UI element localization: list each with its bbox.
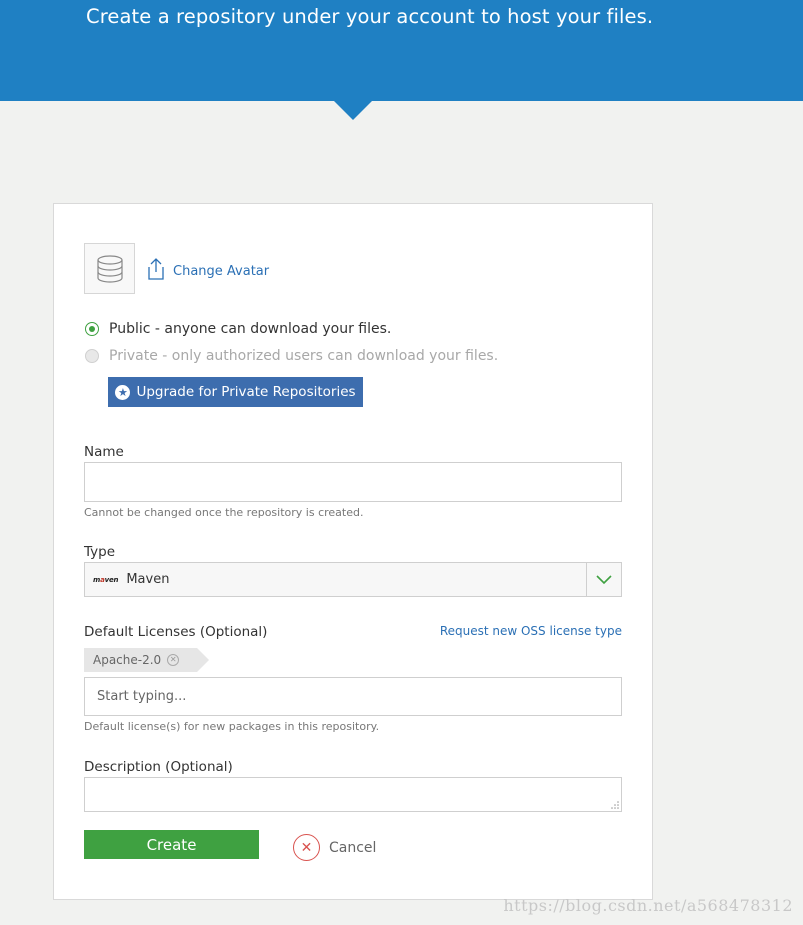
public-radio[interactable] [85, 322, 99, 336]
star-circle-icon: ★ [115, 384, 131, 400]
visibility-public-option[interactable]: Public - anyone can download your files. [85, 321, 391, 337]
visibility-private-option: Private - only authorized users can down… [85, 348, 498, 364]
type-label: Type [84, 544, 116, 560]
banner-pointer [334, 101, 372, 120]
name-help-text: Cannot be changed once the repository is… [84, 506, 364, 519]
license-tag-label: Apache-2.0 [93, 653, 162, 667]
name-label: Name [84, 444, 124, 460]
type-select[interactable]: maven Maven [84, 562, 622, 597]
license-tag: Apache-2.0 ✕ [84, 648, 210, 672]
cancel-button[interactable]: ✕ Cancel [293, 834, 376, 861]
licenses-label: Default Licenses (Optional) [84, 624, 268, 640]
create-button[interactable]: Create [84, 830, 259, 859]
create-repository-form: Change Avatar Public - anyone can downlo… [53, 203, 653, 900]
cancel-label: Cancel [329, 839, 377, 856]
chevron-down-icon [596, 574, 612, 584]
change-avatar-label[interactable]: Change Avatar [173, 264, 269, 280]
public-radio-label: Public - anyone can download your files. [109, 321, 392, 337]
license-search-placeholder: Start typing... [97, 689, 187, 704]
upgrade-button-label: Upgrade for Private Repositories [136, 384, 356, 400]
description-textarea[interactable] [84, 777, 622, 812]
avatar-preview [84, 243, 135, 294]
description-label: Description (Optional) [84, 759, 233, 775]
private-radio-label: Private - only authorized users can down… [109, 348, 499, 364]
upload-icon [148, 258, 164, 280]
type-select-toggle[interactable] [586, 563, 621, 596]
remove-tag-icon[interactable]: ✕ [167, 654, 180, 666]
license-search-input[interactable]: Start typing... [84, 677, 622, 716]
watermark: https://blog.csdn.net/a568478312 [503, 896, 793, 915]
upgrade-private-button[interactable]: ★ Upgrade for Private Repositories [108, 377, 363, 407]
database-icon [96, 254, 123, 283]
header-banner: Create a repository under your account t… [0, 0, 803, 101]
resize-handle-icon[interactable] [611, 801, 619, 809]
close-icon: ✕ [293, 834, 320, 861]
request-license-link[interactable]: Request new OSS license type [440, 624, 622, 638]
name-input[interactable] [84, 462, 622, 502]
type-select-value: Maven [126, 572, 170, 587]
private-radio [85, 349, 99, 363]
create-button-label: Create [146, 835, 197, 854]
page-subtitle: Create a repository under your account t… [86, 5, 654, 28]
maven-logo: maven [93, 575, 119, 584]
licenses-help-text: Default license(s) for new packages in t… [84, 720, 380, 733]
change-avatar-link[interactable]: Change Avatar [147, 258, 269, 280]
